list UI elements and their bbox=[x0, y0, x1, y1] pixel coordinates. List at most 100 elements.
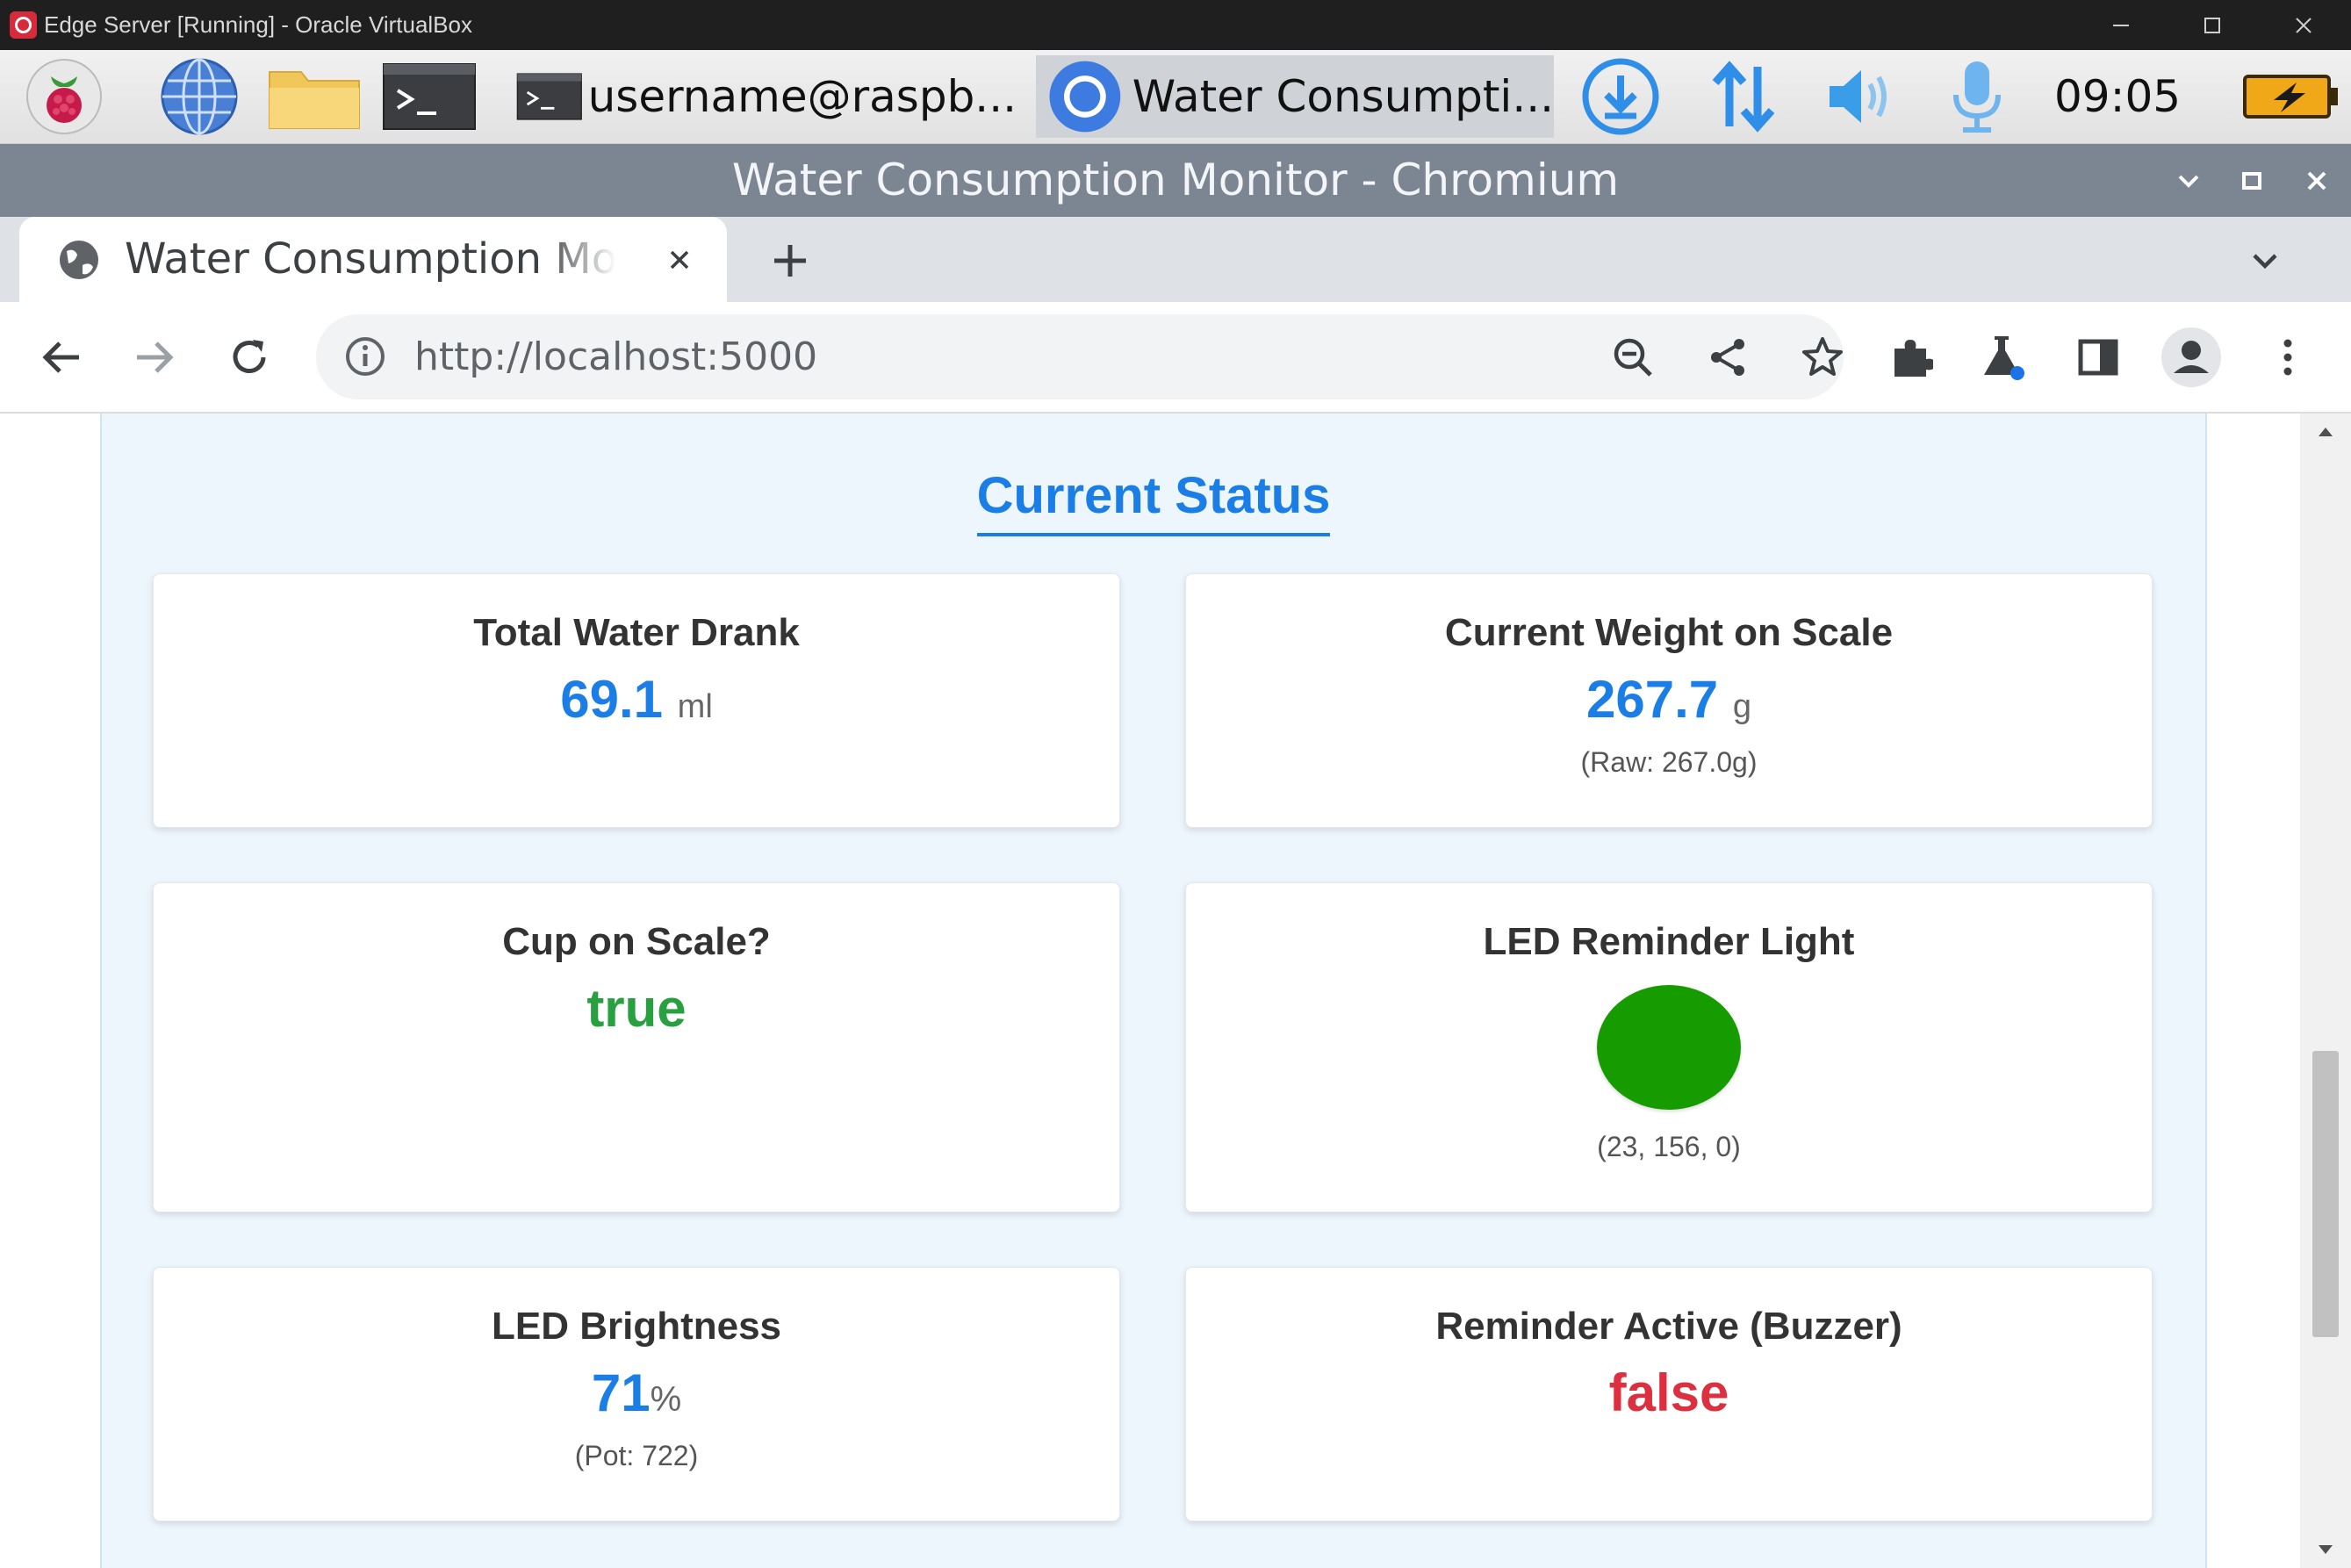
led-color-indicator bbox=[1597, 985, 1741, 1110]
host-window-title: Edge Server [Running] - Oracle VirtualBo… bbox=[44, 11, 472, 38]
chromium-minimize-button[interactable] bbox=[2158, 144, 2219, 217]
card-led-brightness: LED Brightness 71% (Pot: 722) bbox=[153, 1267, 1120, 1521]
avatar-icon bbox=[2161, 327, 2221, 387]
file-manager-launcher[interactable] bbox=[263, 55, 365, 138]
reload-icon bbox=[233, 339, 266, 373]
updater-tray-button[interactable] bbox=[1577, 55, 1664, 138]
section-heading: Current Status bbox=[102, 466, 2205, 536]
card-value-row: 71% bbox=[154, 1363, 1119, 1423]
card-cup-on-scale: Cup on Scale? true bbox=[153, 882, 1120, 1212]
network-tray-button[interactable] bbox=[1700, 55, 1787, 138]
chrome-labs-button[interactable] bbox=[1968, 302, 2038, 412]
extensions-button[interactable] bbox=[1875, 302, 1945, 412]
flask-icon bbox=[1984, 335, 2024, 380]
zoom-button[interactable] bbox=[1598, 314, 1668, 399]
chromium-maximize-button[interactable] bbox=[2221, 144, 2283, 217]
section-title-text: Current Status bbox=[976, 467, 1331, 536]
scrollbar-thumb[interactable] bbox=[2312, 1051, 2339, 1337]
globe-icon bbox=[161, 58, 238, 135]
chevron-down-icon bbox=[2178, 175, 2199, 188]
close-icon bbox=[2296, 17, 2311, 33]
current-weight-value: 267.7 bbox=[1586, 670, 1719, 729]
share-button[interactable] bbox=[1693, 314, 1763, 399]
side-panel-icon bbox=[2078, 339, 2118, 375]
led-brightness-value: 71 bbox=[591, 1363, 651, 1422]
tab-close-button[interactable] bbox=[660, 241, 699, 279]
card-reminder-active: Reminder Active (Buzzer) false bbox=[1185, 1267, 2153, 1521]
tab-title: Water Consumption Monitor bbox=[125, 234, 616, 284]
forward-button[interactable] bbox=[119, 302, 190, 412]
close-icon bbox=[670, 250, 689, 270]
address-bar[interactable]: http://localhost:5000 bbox=[316, 314, 1844, 399]
reload-button[interactable] bbox=[214, 302, 284, 412]
current-weight-unit: g bbox=[1732, 688, 1751, 725]
arrow-left-icon bbox=[42, 341, 79, 373]
back-button[interactable] bbox=[26, 302, 97, 412]
tab-water-consumption-monitor[interactable]: Water Consumption Monitor bbox=[19, 217, 727, 302]
chromium-close-button[interactable] bbox=[2286, 144, 2347, 217]
taskbar-clock[interactable]: 09:05 bbox=[2054, 50, 2181, 143]
taskbar-terminal-label: username@raspb... bbox=[587, 71, 1017, 122]
globe-icon bbox=[60, 241, 98, 279]
microphone-tray-button[interactable] bbox=[1933, 55, 2021, 138]
card-led-reminder-light: LED Reminder Light (23, 156, 0) bbox=[1185, 882, 2153, 1212]
pot-reading-text: (Pot: 722) bbox=[574, 1440, 699, 1471]
side-panel-button[interactable] bbox=[2063, 302, 2133, 412]
chromium-window-titlebar: Water Consumption Monitor - Chromium bbox=[0, 144, 2351, 217]
menu-button[interactable] bbox=[2254, 302, 2321, 412]
status-panel: Current Status Total Water Drank 69.1 ml… bbox=[100, 414, 2207, 1568]
host-window-titlebar: Edge Server [Running] - Oracle VirtualBo… bbox=[0, 0, 2351, 50]
raw-weight-text: (Raw: 267.0g) bbox=[1580, 746, 1758, 778]
total-water-value: 69.1 bbox=[560, 670, 663, 729]
new-tab-button[interactable] bbox=[762, 233, 818, 289]
puzzle-piece-icon bbox=[1894, 339, 1933, 377]
close-icon bbox=[2307, 171, 2326, 190]
url-text[interactable]: http://localhost:5000 bbox=[414, 314, 817, 399]
host-close-button[interactable] bbox=[2256, 0, 2351, 50]
card-label: Total Water Drank bbox=[473, 611, 800, 654]
web-browser-launcher[interactable] bbox=[151, 55, 248, 138]
host-minimize-button[interactable] bbox=[2074, 0, 2168, 50]
microphone-icon bbox=[1953, 61, 2001, 133]
battery-charging-icon bbox=[2243, 75, 2338, 119]
card-label: LED Brightness bbox=[491, 1305, 782, 1348]
plus-icon bbox=[774, 245, 806, 277]
virtualbox-app-icon bbox=[10, 11, 37, 39]
share-icon bbox=[1711, 338, 1744, 376]
minimize-icon bbox=[2113, 24, 2129, 26]
card-value-row: 267.7 g bbox=[1186, 669, 2152, 730]
reminder-active-value: false bbox=[1608, 1363, 1729, 1422]
scroll-down-icon[interactable] bbox=[2300, 1533, 2351, 1568]
terminal-launcher[interactable] bbox=[381, 55, 478, 138]
terminal-icon bbox=[383, 63, 476, 130]
tab-strip: Water Consumption Monitor bbox=[0, 217, 2351, 302]
bookmark-button[interactable] bbox=[1787, 314, 1858, 399]
taskbar-chromium-label: Water Consumpti... bbox=[1132, 71, 1554, 122]
download-icon bbox=[1582, 58, 1659, 135]
raspberry-menu-button[interactable] bbox=[16, 55, 112, 138]
raspberry-pi-icon bbox=[26, 59, 102, 134]
tab-search-button[interactable] bbox=[2237, 233, 2293, 289]
card-value-row: 69.1 ml bbox=[154, 669, 1119, 730]
scroll-up-icon[interactable] bbox=[2300, 414, 2351, 449]
chromium-window-title: Water Consumption Monitor - Chromium bbox=[731, 155, 1620, 205]
card-label: Reminder Active (Buzzer) bbox=[1435, 1305, 1902, 1348]
cup-on-scale-value: true bbox=[586, 979, 687, 1038]
card-label: Current Weight on Scale bbox=[1444, 611, 1894, 654]
chromium-icon bbox=[1049, 61, 1121, 133]
taskbar-terminal-window[interactable]: username@raspb... bbox=[516, 55, 1017, 138]
network-transfer-icon bbox=[1712, 61, 1775, 133]
zoom-out-icon bbox=[1614, 338, 1652, 377]
power-tray-button[interactable] bbox=[2240, 55, 2342, 138]
page-scrollbar[interactable] bbox=[2300, 414, 2351, 1568]
profile-button[interactable] bbox=[2156, 302, 2226, 412]
card-label: Cup on Scale? bbox=[502, 920, 771, 963]
maximize-icon bbox=[2242, 171, 2261, 190]
chevron-down-icon bbox=[2253, 254, 2277, 270]
taskbar-chromium-window[interactable]: Water Consumpti... bbox=[1036, 55, 1554, 138]
volume-tray-button[interactable] bbox=[1817, 55, 1905, 138]
host-maximize-button[interactable] bbox=[2165, 0, 2260, 50]
led-rgb-text: (23, 156, 0) bbox=[1597, 1131, 1741, 1162]
card-label: LED Reminder Light bbox=[1483, 920, 1855, 963]
led-brightness-unit: % bbox=[650, 1380, 682, 1419]
